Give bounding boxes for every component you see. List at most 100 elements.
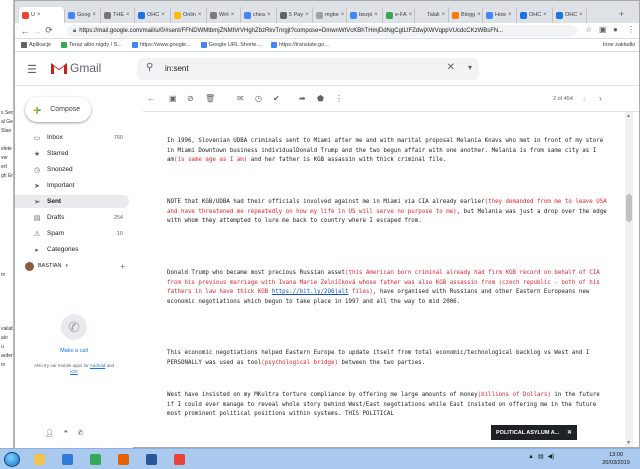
tab-3[interactable]: OHC ×	[135, 7, 171, 23]
close-tab-icon[interactable]: ×	[305, 12, 309, 18]
more-icon[interactable]: ⋮	[335, 94, 343, 103]
back-to-sent-icon[interactable]: ←	[147, 94, 155, 103]
tab-1[interactable]: Goog ×	[65, 7, 101, 23]
sidebar-item-spam[interactable]: ⚠ Spam 10	[15, 227, 129, 240]
start-button[interactable]	[4, 452, 20, 467]
close-tab-icon[interactable]: ×	[92, 12, 96, 18]
clock[interactable]: 13:00 20/03/2019	[596, 451, 636, 467]
close-tab-icon[interactable]: ×	[477, 12, 481, 18]
tab-7[interactable]: 5 Pay ×	[277, 7, 313, 23]
newer-icon[interactable]: ‹	[583, 94, 586, 103]
star-bookmark-icon[interactable]: ☆	[585, 25, 592, 34]
tab-8[interactable]: mgbe ×	[313, 7, 347, 23]
report-spam-icon[interactable]: ⊘	[187, 94, 194, 103]
scroll-up-icon[interactable]: ▲	[626, 113, 631, 119]
mark-unread-icon[interactable]: ✉	[237, 94, 244, 103]
close-tab-icon[interactable]: ×	[409, 12, 413, 18]
chevron-up-icon[interactable]: ▲	[528, 454, 534, 460]
close-tab-icon[interactable]: ×	[126, 12, 130, 18]
search-input[interactable]: in:sent	[165, 64, 189, 73]
chat-notification[interactable]: POLITICAL ASYLUM A... ✕	[491, 425, 577, 440]
archive-icon[interactable]: ▣	[169, 94, 177, 103]
close-tab-icon[interactable]: ×	[341, 12, 345, 18]
hangouts-user[interactable]: BASTIAN ▾ +	[25, 260, 129, 272]
network-icon[interactable]: ▤	[538, 453, 544, 460]
gmail-logo[interactable]: Gmail	[51, 61, 101, 75]
close-tab-icon[interactable]: ×	[161, 12, 165, 18]
sidebar-item-categories[interactable]: ▸ Categories	[15, 243, 129, 256]
sidebar-item-sent[interactable]: ➢ Sent	[15, 195, 129, 208]
compose-button[interactable]: + Compose	[25, 97, 91, 122]
close-tab-icon[interactable]: ×	[374, 12, 378, 18]
other-bookmarks[interactable]: Inne zakładki	[603, 42, 635, 48]
mail-scrollbar[interactable]: ▲ ▼	[625, 112, 633, 447]
bookmark-3[interactable]: Google URL Shorte...	[200, 42, 261, 48]
add-task-icon[interactable]: ✔	[273, 94, 280, 103]
bookmark-4[interactable]: https://translate.go...	[271, 42, 329, 48]
taskbar-app-5[interactable]	[168, 452, 190, 467]
forward-icon[interactable]: →	[31, 26, 43, 36]
url-field[interactable]: 🔒︎ https://mail.google.com/mail/u/0/#sen…	[67, 25, 577, 37]
tab-5[interactable]: Wirt ×	[207, 7, 241, 23]
make-call-link[interactable]: Make a call	[15, 348, 133, 354]
tab-2[interactable]: THE ×	[101, 7, 135, 23]
tab-13[interactable]: How ×	[483, 7, 517, 23]
taskbar-app-0[interactable]	[28, 452, 50, 467]
back-icon[interactable]: ←	[19, 26, 31, 36]
close-icon[interactable]: ✕	[567, 429, 572, 436]
bookmark-0[interactable]: Aplikacje	[21, 42, 51, 48]
sidebar-item-starred[interactable]: ★ Starred	[15, 147, 129, 160]
tab-9[interactable]: bezpi ×	[347, 7, 383, 23]
older-icon[interactable]: ›	[599, 94, 602, 103]
label-icon[interactable]: ⬟	[317, 94, 324, 103]
tab-12[interactable]: Blogg ×	[449, 7, 483, 23]
close-tab-icon[interactable]: ×	[579, 12, 583, 18]
quote-icon[interactable]: ❝	[64, 429, 68, 437]
tab-14[interactable]: OHC ×	[517, 7, 553, 23]
android-link[interactable]: Android	[90, 363, 106, 368]
extension-icon[interactable]: ▣	[599, 25, 607, 34]
close-tab-icon[interactable]: ×	[267, 12, 271, 18]
ios-link[interactable]: iOS	[70, 369, 78, 374]
reload-icon[interactable]: ⟳	[43, 25, 55, 36]
close-tab-icon[interactable]: ×	[37, 12, 41, 18]
sidebar-item-important[interactable]: ➤ Important	[15, 179, 129, 192]
scroll-thumb[interactable]	[626, 194, 632, 222]
sidebar-item-snoozed[interactable]: ◷ Snoozed	[15, 163, 129, 176]
taskbar-app-3[interactable]	[112, 452, 134, 467]
taskbar-app-4[interactable]	[140, 452, 162, 467]
sidebar-item-drafts[interactable]: ▤ Drafts 254	[15, 211, 129, 224]
bookmark-2[interactable]: https://www.google...	[131, 42, 191, 48]
new-tab-button[interactable]: +	[619, 9, 624, 19]
profile-icon[interactable]: ●	[613, 25, 618, 34]
tab-0[interactable]: U ×	[19, 7, 65, 23]
close-tab-icon[interactable]: ×	[198, 12, 202, 18]
scroll-down-icon[interactable]: ▼	[626, 440, 631, 446]
menu-icon[interactable]: ⋮	[627, 25, 635, 34]
person-icon[interactable]: 👤︎	[45, 429, 54, 437]
bitly-link[interactable]: https://bit.ly/2O6jalt	[272, 289, 349, 295]
close-tab-icon[interactable]: ×	[508, 12, 512, 18]
close-tab-icon[interactable]: ×	[543, 12, 547, 18]
main-menu-icon[interactable]: ☰	[27, 63, 37, 76]
mail-search-bar[interactable]: ⚲ in:sent ✕ ▾	[137, 58, 479, 80]
search-options-icon[interactable]: ▾	[468, 63, 472, 72]
delete-icon[interactable]: 🗑︎	[205, 94, 215, 103]
move-to-icon[interactable]: ➦	[299, 94, 306, 103]
close-tab-icon[interactable]: ×	[231, 12, 235, 18]
sidebar-item-inbox[interactable]: ▭ Inbox 760	[15, 131, 129, 144]
phone-small-icon[interactable]: ✆	[78, 429, 84, 437]
taskbar-app-2[interactable]	[84, 452, 106, 467]
tab-15[interactable]: OHC ×	[553, 7, 587, 23]
volume-icon[interactable]: ◀)	[548, 453, 555, 460]
tab-10[interactable]: e-FA ×	[383, 7, 415, 23]
new-chat-icon[interactable]: +	[120, 262, 125, 271]
clear-search-icon[interactable]: ✕	[447, 62, 455, 73]
tab-6[interactable]: chea ×	[241, 7, 277, 23]
chevron-down-icon[interactable]: ▾	[66, 263, 69, 269]
bookmark-1[interactable]: Teraz albo nigdy / S...	[61, 42, 122, 48]
search-icon[interactable]: ⚲	[146, 62, 153, 73]
snooze-icon[interactable]: ◷	[255, 94, 262, 103]
tab-4[interactable]: Onlin ×	[171, 7, 207, 23]
close-tab-icon[interactable]: ×	[442, 12, 446, 18]
